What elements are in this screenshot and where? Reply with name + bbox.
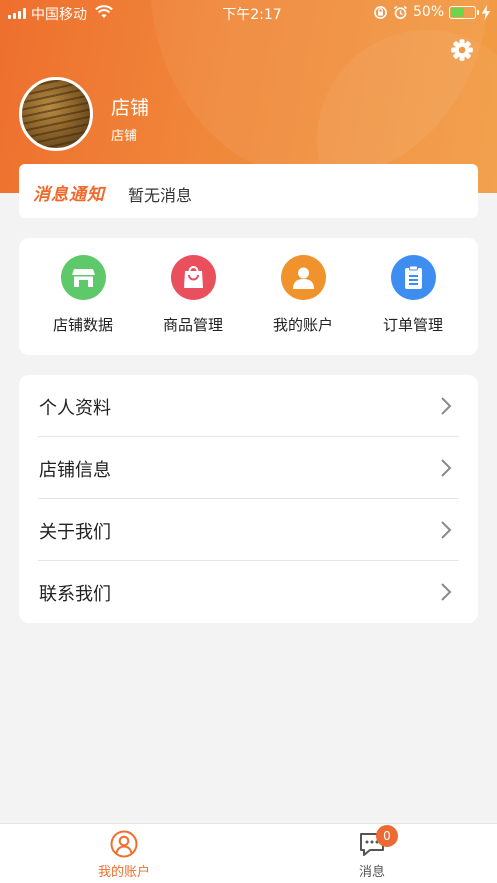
carrier-label: 中国移动	[31, 7, 87, 23]
tab-messages[interactable]: 消息	[302, 824, 442, 883]
list-item-label: 店铺信息	[39, 460, 111, 481]
chevron-right-icon	[441, 397, 452, 415]
tab-bar: 我的账户 消息	[0, 823, 497, 883]
clock: 下午2:17	[222, 7, 282, 23]
status-bar: 中国移动 下午2:17 50%	[0, 0, 497, 26]
list-item-contact-us[interactable]: 联系我们	[19, 561, 478, 623]
alarm-icon	[393, 5, 408, 19]
list-item-store-info[interactable]: 店铺信息	[19, 437, 478, 499]
quick-item-my-account[interactable]: 我的账户	[248, 238, 358, 355]
battery-percentage: 50%	[413, 4, 445, 20]
quick-item-product-management[interactable]: 商品管理	[138, 238, 248, 355]
quick-item-label: 商品管理	[162, 316, 223, 334]
quick-item-order-management[interactable]: 订单管理	[358, 238, 468, 355]
list-item-label: 联系我们	[39, 584, 111, 605]
list-item-label: 个人资料	[39, 398, 111, 419]
chevron-right-icon	[441, 583, 452, 601]
tab-my-account[interactable]: 我的账户	[54, 824, 194, 883]
notice-tag: 消息通知	[33, 185, 105, 205]
charging-icon	[481, 5, 491, 20]
quick-item-label: 订单管理	[382, 316, 443, 334]
tab-label: 消息	[358, 865, 385, 880]
quick-item-label: 店铺数据	[52, 316, 113, 334]
store-avatar[interactable]	[19, 77, 93, 151]
list-item-profile[interactable]: 个人资料	[19, 375, 478, 437]
wifi-icon	[95, 5, 113, 18]
store-name: 店铺	[111, 97, 150, 119]
store-icon	[61, 255, 106, 300]
quick-menu: 店铺数据 商品管理 我的账户 订单管理	[19, 238, 478, 355]
chevron-right-icon	[441, 521, 452, 539]
battery-icon	[449, 6, 479, 19]
message-badge: 0	[376, 825, 398, 847]
notice-text: 暂无消息	[128, 186, 193, 205]
clipboard-icon	[391, 255, 436, 300]
list-item-label: 关于我们	[39, 522, 111, 543]
settings-gear-icon[interactable]	[450, 38, 474, 62]
store-subtitle: 店铺	[111, 129, 138, 144]
settings-list: 个人资料 店铺信息 关于我们 联系我们	[19, 375, 478, 623]
user-icon	[281, 255, 326, 300]
user-circle-icon	[110, 830, 138, 858]
chevron-right-icon	[441, 459, 452, 477]
tab-label: 我的账户	[97, 865, 150, 880]
signal-icon	[8, 8, 28, 19]
notice-bar[interactable]: 消息通知 暂无消息	[19, 164, 478, 218]
shopping-bag-icon	[171, 255, 216, 300]
rotation-lock-icon	[374, 6, 387, 19]
quick-item-label: 我的账户	[272, 316, 333, 334]
list-item-about-us[interactable]: 关于我们	[19, 499, 478, 561]
quick-item-store-data[interactable]: 店铺数据	[28, 238, 138, 355]
